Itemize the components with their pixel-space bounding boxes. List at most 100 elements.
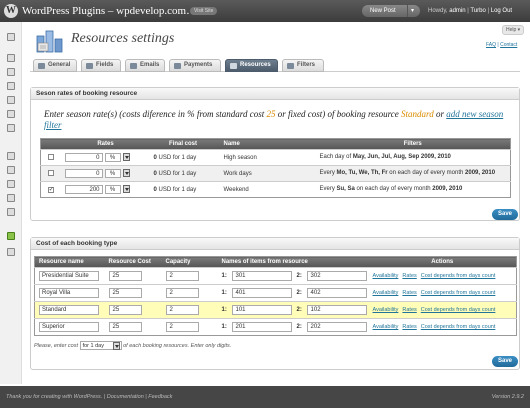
resource-name-input[interactable]: Standard [39, 305, 99, 315]
dashboard-icon[interactable] [7, 33, 15, 41]
user-greeting: Howdy, admin | Turbo | Log Out [428, 8, 513, 14]
plugin-menu-icon[interactable] [7, 232, 15, 240]
rate-unit-select[interactable]: % [104, 169, 121, 178]
availability-link[interactable]: Availability [373, 307, 399, 313]
posts-icon[interactable] [7, 54, 15, 62]
booking-cost-panel: Cost of each booking type Resource name … [30, 237, 520, 370]
item-name-input[interactable]: 302 [306, 271, 367, 281]
item-name-input[interactable]: 402 [306, 288, 367, 298]
availability-link[interactable]: Availability [373, 290, 399, 296]
table-header-row: Rates Final cost Name Filters [40, 138, 511, 150]
final-cost-suffix: USD for 1 day [158, 154, 197, 161]
resource-name-input[interactable]: Presidential Suite [39, 271, 99, 281]
availability-link[interactable]: Availability [373, 273, 399, 279]
links-icon[interactable] [7, 82, 15, 90]
tab-general[interactable]: General [33, 59, 77, 72]
panel-heading: Seson rates of booking resource [31, 88, 519, 100]
availability-link[interactable]: Availability [373, 324, 399, 330]
item-name-input[interactable]: 301 [231, 271, 292, 281]
booking-icon[interactable] [7, 124, 15, 132]
capacity-input[interactable]: 2 [165, 305, 199, 315]
table-row: Royal Villa 25 2 1: 401 2: 402 Availabilit… [34, 284, 517, 302]
save-costs-button[interactable]: Save [492, 356, 518, 367]
filter-bold: May, Jun, Jul, Aug, Sep 2009, 2010 [352, 154, 451, 160]
resource-cost-input[interactable]: 25 [108, 271, 142, 281]
site-title[interactable]: WordPress Plugins – wpdevelop.com… [22, 5, 197, 17]
capacity-input[interactable]: 2 [165, 322, 199, 332]
users-icon[interactable] [7, 180, 15, 188]
rate-input[interactable]: 0 [64, 169, 103, 178]
resource-cost-input[interactable]: 25 [108, 322, 142, 332]
rates-link[interactable]: Rates [402, 290, 416, 296]
rates-link[interactable]: Rates [402, 273, 416, 279]
logout-link[interactable]: Log Out [491, 8, 512, 14]
resource-name-input[interactable]: Superior [39, 322, 99, 332]
item-number: 1: [221, 307, 227, 313]
tab-filters[interactable]: Filters [282, 59, 324, 72]
capacity-input[interactable]: 2 [165, 288, 199, 298]
appearance-icon[interactable] [7, 152, 15, 160]
cost-depends-link[interactable]: Cost depends from days count [421, 290, 496, 296]
item-name-input[interactable]: 101 [231, 305, 292, 315]
help-button[interactable]: Help ▾ [502, 25, 525, 35]
rate-input[interactable]: 200 [64, 185, 103, 194]
final-cost-value: 0 [153, 154, 157, 161]
season-rates-panel: Seson rates of booking resource Enter se… [30, 87, 520, 221]
save-seasons-button[interactable]: Save [492, 209, 518, 220]
season-rates-table: Rates Final cost Name Filters 0% 0 USD f… [40, 138, 511, 198]
rate-unit-select[interactable]: % [104, 185, 121, 194]
capacity-input[interactable]: 2 [165, 271, 199, 281]
turbo-link[interactable]: Turbo [470, 8, 485, 14]
cost-depends-link[interactable]: Cost depends from days count [421, 324, 496, 330]
tab-resources[interactable]: Resources [225, 59, 278, 72]
filter-text: Every [319, 170, 335, 176]
settings-icon[interactable] [7, 208, 15, 216]
resource-name-input[interactable]: Royal Villa [39, 288, 99, 298]
item-name-input[interactable]: 201 [231, 322, 292, 332]
media-icon[interactable] [7, 68, 15, 76]
contact-link[interactable]: Contact [500, 42, 517, 48]
rate-input[interactable]: 0 [64, 153, 103, 162]
row-checkbox[interactable] [47, 169, 54, 176]
tab-payments[interactable]: Payments [169, 59, 221, 72]
table-row: Presidential Suite 25 2 1: 301 2: 302 Avai… [34, 267, 517, 285]
resources-icon [230, 63, 237, 69]
cost-depends-link[interactable]: Cost depends from days count [421, 273, 496, 279]
item-name-input[interactable]: 202 [306, 322, 367, 332]
tab-emails[interactable]: Emails [125, 59, 165, 72]
chevron-down-icon[interactable] [122, 185, 130, 194]
resource-cost-input[interactable]: 25 [108, 288, 142, 298]
chevron-down-icon[interactable] [122, 169, 130, 178]
plugins-icon[interactable] [7, 166, 15, 174]
rates-link[interactable]: Rates [402, 307, 416, 313]
header-links: FAQ | Contact [486, 42, 518, 48]
intro-part: or [435, 109, 444, 119]
new-post-button[interactable]: New Post ▾ [362, 5, 420, 17]
rate-unit-select[interactable]: % [104, 153, 121, 162]
visit-site-button[interactable]: Visit Site [190, 7, 218, 15]
faq-link[interactable]: FAQ [486, 42, 496, 48]
item-name-input[interactable]: 102 [306, 305, 367, 315]
howdy-text: Howdy, [428, 8, 448, 14]
collapse-menu-icon[interactable] [7, 248, 15, 256]
rates-link[interactable]: Rates [402, 324, 416, 330]
item-name-input[interactable]: 401 [231, 288, 292, 298]
cost-period-select[interactable]: for 1 day [79, 341, 122, 350]
chevron-down-icon[interactable]: ▾ [407, 5, 417, 17]
user-link[interactable]: admin [449, 8, 465, 14]
tools-icon[interactable] [7, 194, 15, 202]
filter-bold: Mo, Tu, We, Th, Fr [336, 170, 388, 176]
comments-icon[interactable] [7, 110, 15, 118]
resource-cost-input[interactable]: 25 [108, 305, 142, 315]
column-header: Capacity [161, 256, 218, 268]
item-number: 2: [296, 273, 302, 279]
cost-depends-link[interactable]: Cost depends from days count [421, 307, 496, 313]
wordpress-logo-icon[interactable]: W [4, 4, 18, 18]
pages-icon[interactable] [7, 96, 15, 104]
chevron-down-icon[interactable] [112, 342, 120, 350]
tab-fields[interactable]: Fields [81, 59, 121, 72]
row-checkbox[interactable]: ✓ [47, 186, 54, 193]
tab-label: Payments [184, 62, 213, 68]
chevron-down-icon[interactable] [122, 153, 130, 162]
row-checkbox[interactable] [47, 153, 54, 160]
